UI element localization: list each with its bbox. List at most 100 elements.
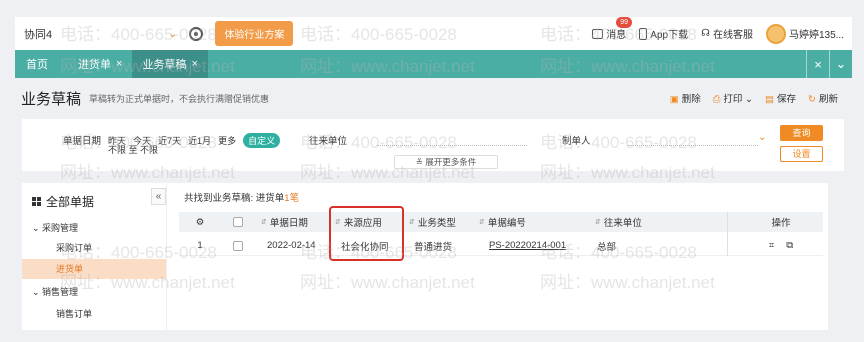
settings-button[interactable]: 设置 — [780, 146, 823, 162]
partner-label: 往来单位 — [309, 136, 348, 147]
delete-button[interactable]: ▣ 删除 — [670, 91, 701, 105]
double-chevron-down-icon: ≚ — [415, 157, 423, 167]
expand-label: 展开更多条件 — [425, 157, 477, 167]
chevron-down-icon[interactable]: ⌄ — [830, 56, 852, 72]
trash-icon: ▣ — [669, 94, 679, 105]
refresh-label: 刷新 — [818, 94, 838, 105]
company-selector[interactable]: 协同4 ⌄ — [24, 26, 177, 42]
column-header-label: 业务类型 — [417, 218, 456, 229]
page-header: 业务草稿 草稿转为正式单据时，不会执行满赠促销优惠 ▣ 删除 ⎙ 打印 ⌄ ▤ 保存 … — [15, 78, 852, 118]
print-button[interactable]: ⎙ 打印 ⌄ — [713, 91, 753, 105]
close-icon[interactable]: × — [191, 58, 197, 70]
tab-business-draft[interactable]: 业务草稿 × — [132, 50, 208, 78]
headset-icon: ☊ — [701, 28, 710, 39]
date-range[interactable]: 不限 至 不限 — [108, 143, 158, 156]
collapse-sidebar-button[interactable]: « — [151, 188, 166, 205]
row-checkbox[interactable] — [221, 236, 255, 255]
tree-header-label: 全部单据 — [46, 195, 95, 209]
result-count: 1笔 — [284, 193, 300, 204]
top-bar: 协同4 ⌄ 体验行业方案 99 消息 App下载 ☊ 在线客服 马婷婷135..… — [15, 17, 852, 50]
tree-group-label: 销售管理 — [42, 287, 79, 297]
column-header-label: 单据编号 — [487, 218, 526, 229]
column-header-type[interactable]: ⇵ 业务类型 — [403, 212, 473, 232]
messages-button[interactable]: 99 消息 — [592, 17, 633, 41]
tab-label: 进货单 — [78, 59, 111, 71]
cell-type: 普通进货 — [414, 241, 453, 253]
grid-icon — [32, 197, 41, 206]
page-title: 业务草稿 — [21, 90, 82, 108]
save-button[interactable]: ▤ 保存 — [765, 91, 796, 105]
query-button[interactable]: 查询 — [780, 125, 823, 141]
divider — [727, 212, 728, 256]
sort-icon: ⇵ — [261, 219, 267, 226]
online-service-label: 在线客服 — [712, 30, 753, 41]
refresh-icon: ↻ — [808, 94, 816, 105]
date-option-custom[interactable]: 自定义 — [243, 133, 281, 148]
source-column-highlight — [329, 206, 404, 261]
print-label: 打印 — [723, 94, 743, 105]
user-name: 马婷婷135... — [788, 30, 844, 41]
edit-icon[interactable]: ⌗ — [769, 240, 774, 251]
tab-purchase-receipt[interactable]: 进货单 × — [68, 50, 132, 78]
result-summary: 共找到业务草稿: 进货单1笔 — [184, 190, 299, 204]
user-menu[interactable]: 马婷婷135... — [765, 23, 844, 44]
result-summary-text: 共找到业务草稿: 进货单 — [184, 193, 285, 204]
row-actions: ⌗ ⧉ — [739, 236, 823, 255]
refresh-button[interactable]: ↻ 刷新 — [808, 91, 838, 105]
partner-input[interactable] — [377, 145, 527, 146]
tree-item-purchase-order[interactable]: 采购订单 — [56, 241, 92, 254]
industry-solution-button[interactable]: 体验行业方案 — [215, 21, 294, 46]
tree-item-purchase-receipt[interactable]: 进货单 — [22, 259, 166, 279]
app-download-button[interactable]: App下载 — [639, 26, 688, 41]
column-header-label: 往来单位 — [603, 218, 642, 229]
tree-group-purchase[interactable]: ⌄ 采购管理 — [32, 221, 78, 234]
chevron-down-icon[interactable]: ⌄ — [168, 27, 177, 40]
printer-icon: ⎙ — [712, 94, 721, 105]
messages-label: 消息 — [606, 30, 627, 41]
chevron-down-icon[interactable]: ⌄ — [758, 132, 766, 143]
close-icon[interactable]: × — [116, 58, 122, 70]
tree-item-sales-order[interactable]: 销售订单 — [56, 307, 92, 320]
gear-icon[interactable] — [189, 26, 204, 41]
message-icon — [592, 28, 604, 39]
tab-bar: 首页 进货单 × 业务草稿 × × ⌄ — [15, 50, 852, 78]
tree-group-sales[interactable]: ⌄ 销售管理 — [32, 285, 78, 298]
select-all-checkbox[interactable] — [221, 212, 255, 232]
expand-conditions-button[interactable]: ≚ 展开更多条件 — [394, 155, 498, 169]
date-option[interactable]: 近1月 — [188, 134, 211, 147]
tree-header[interactable]: 全部单据 — [32, 193, 94, 210]
filter-panel: 单据日期 昨天 今天 近7天 近1月 更多 自定义 不限 至 不限 往来单位 制… — [22, 119, 844, 171]
document-tree: 全部单据 « ⌄ 采购管理 采购订单 进货单 ⌄ 销售管理 销售订单 — [22, 183, 166, 330]
maker-input[interactable] — [628, 145, 758, 146]
cell-date: 2022-02-14 — [267, 240, 316, 251]
toolbar: ▣ 删除 ⎙ 打印 ⌄ ▤ 保存 ↻ 刷新 — [670, 91, 852, 105]
date-option[interactable]: 更多 — [218, 134, 236, 147]
column-header-actions: 操作 — [771, 218, 791, 229]
delete-label: 删除 — [681, 94, 701, 105]
column-header-date[interactable]: ⇵ 单据日期 — [255, 212, 327, 232]
online-service-button[interactable]: ☊ 在线客服 — [701, 26, 753, 41]
message-badge: 99 — [616, 17, 633, 28]
tab-home[interactable]: 首页 — [15, 50, 68, 78]
cell-partner: 总部 — [597, 241, 617, 253]
page-subtitle: 草稿转为正式单据时，不会执行满赠促销优惠 — [89, 93, 270, 104]
column-header-number[interactable]: ⇵ 单据编号 — [473, 212, 589, 232]
tree-group-label: 采购管理 — [42, 223, 79, 233]
cell-number-link[interactable]: PS-20220214-001 — [473, 236, 589, 255]
close-all-tabs-icon[interactable]: × — [807, 57, 829, 72]
column-header-partner[interactable]: ⇵ 往来单位 — [589, 212, 739, 232]
sort-icon: ⇵ — [479, 219, 485, 226]
save-icon: ▤ — [765, 94, 774, 105]
date-option[interactable]: 近7天 — [158, 134, 181, 147]
company-name: 协同4 — [24, 28, 53, 41]
tab-home-label: 首页 — [26, 59, 48, 71]
avatar — [765, 23, 786, 44]
checkbox-box — [233, 217, 243, 227]
column-settings-icon[interactable]: ⚙ — [179, 212, 221, 232]
copy-icon[interactable]: ⧉ — [786, 240, 793, 251]
date-label: 单据日期 — [63, 136, 102, 147]
row-index: 1 — [197, 240, 203, 251]
sort-icon: ⇵ — [595, 219, 601, 226]
maker-label: 制单人 — [562, 136, 591, 147]
column-header-label: 单据日期 — [269, 218, 308, 229]
